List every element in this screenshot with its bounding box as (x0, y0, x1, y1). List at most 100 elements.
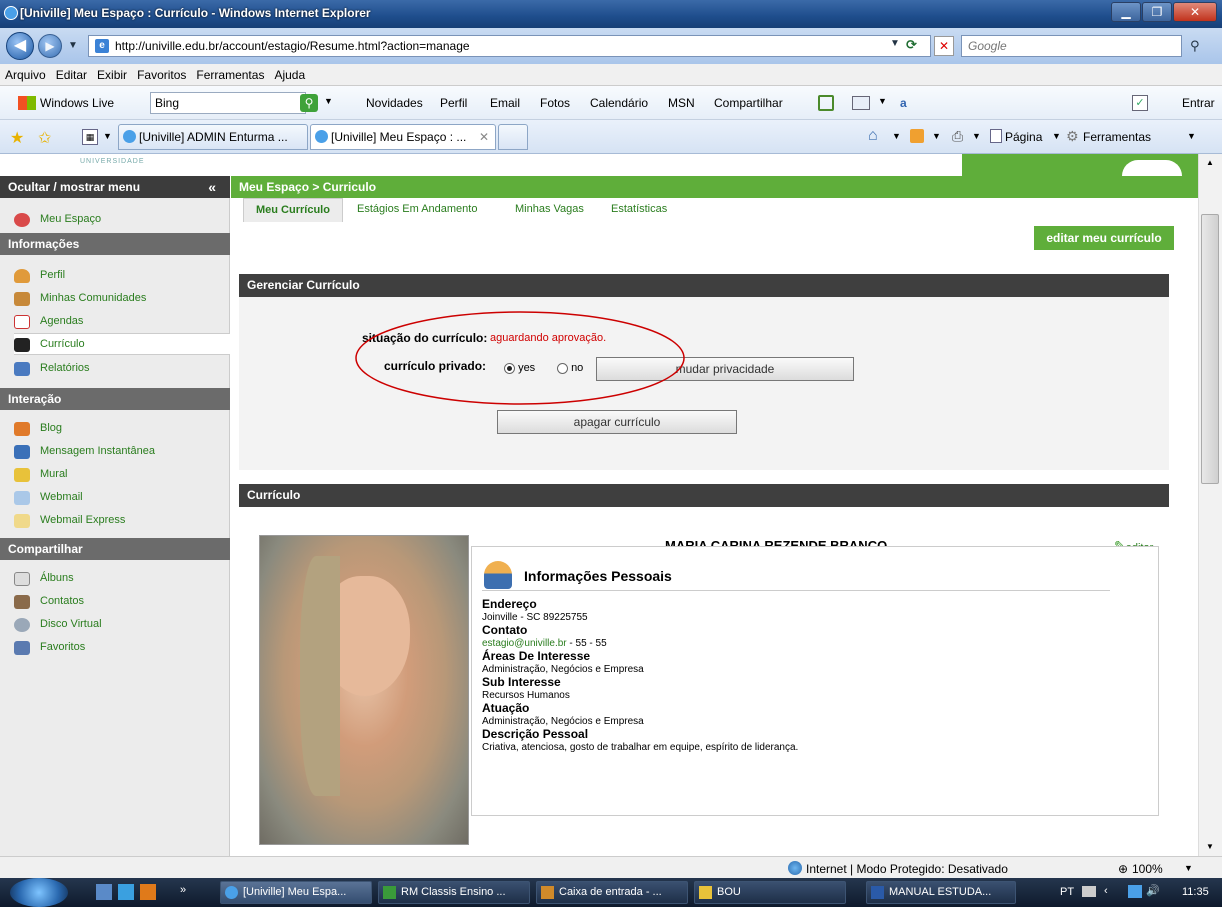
tray-expand-icon[interactable]: ‹ (1104, 885, 1108, 897)
network-icon[interactable] (1128, 885, 1142, 898)
feeds-dropdown-icon[interactable]: ▼ (932, 131, 941, 141)
collapse-icon[interactable]: « (208, 176, 216, 198)
sidebar-item-blog[interactable]: Blog (14, 418, 224, 440)
scrollbar-thumb[interactable] (1201, 214, 1219, 484)
sidebar-item-perfil[interactable]: Perfil (14, 265, 224, 287)
quicklaunch-more-icon[interactable]: » (180, 884, 186, 896)
window-icon[interactable] (852, 96, 870, 110)
sidebar-toggle[interactable]: Ocultar / mostrar menu « (0, 176, 230, 198)
forward-button[interactable]: ▶ (38, 34, 62, 58)
task-bou[interactable]: BOU (694, 881, 846, 904)
print-dropdown-icon[interactable]: ▼ (972, 131, 981, 141)
history-dropdown-icon[interactable]: ▼ (68, 40, 78, 51)
refresh-icon[interactable]: ⟳ (906, 37, 917, 53)
sidebar-item-disco-virtual[interactable]: Disco Virtual (14, 614, 224, 636)
sidebar-item-webmail[interactable]: Webmail (14, 487, 224, 509)
task-rm-classis[interactable]: RM Classis Ensino ... (378, 881, 530, 904)
menu-exibir[interactable]: Exibir (92, 64, 132, 86)
clock[interactable]: 11:35 (1182, 886, 1209, 898)
sidebar-item-minhas-comunidades[interactable]: Minhas Comunidades (14, 288, 224, 310)
url-input[interactable]: e http://univille.edu.br/account/estagio… (88, 35, 931, 57)
sidebar-item-contatos[interactable]: Contatos (14, 591, 224, 613)
home-icon[interactable]: ⌂ (868, 127, 878, 145)
live-link-perfil[interactable]: Perfil (440, 96, 467, 110)
keyboard-icon[interactable] (1082, 886, 1096, 897)
sidebar-item-agendas[interactable]: Agendas (14, 311, 224, 333)
sidebar-item-relatorios[interactable]: Relatórios (14, 358, 224, 380)
signin-checkbox-icon[interactable]: ✓ (1132, 95, 1148, 111)
live-link-msn[interactable]: MSN (668, 96, 695, 110)
task-inbox[interactable]: Caixa de entrada - ... (536, 881, 688, 904)
window-dropdown-icon[interactable]: ▼ (878, 96, 887, 106)
tab-minhas-vagas[interactable]: Minhas Vagas (515, 198, 584, 222)
media-player-icon[interactable] (140, 884, 156, 900)
tools-menu[interactable]: Ferramentas (1083, 130, 1151, 144)
task-manual[interactable]: MANUAL ESTUDA... (866, 881, 1016, 904)
bing-dropdown-icon[interactable]: ▼ (324, 96, 333, 106)
sidebar-item-webmail-express[interactable]: Webmail Express (14, 510, 224, 532)
url-dropdown-icon[interactable]: ▼ (890, 38, 900, 49)
scroll-down-icon[interactable]: ▼ (1206, 842, 1214, 851)
feeds-icon[interactable] (910, 129, 924, 143)
bing-search-input[interactable]: Bing (150, 92, 306, 114)
live-link-calendario[interactable]: Calendário (590, 96, 648, 110)
home-dropdown-icon[interactable]: ▼ (892, 131, 901, 141)
language-indicator[interactable]: PT (1060, 886, 1074, 898)
new-tab-button[interactable] (498, 124, 528, 150)
scroll-up-icon[interactable]: ▲ (1206, 158, 1214, 167)
delete-cv-button[interactable]: apagar currículo (497, 410, 737, 434)
translate-icon[interactable]: a (900, 96, 907, 110)
menu-ferramentas[interactable]: Ferramentas (191, 64, 269, 86)
tab-admin-enturma[interactable]: [Univille] ADMIN Enturma ... (118, 124, 308, 150)
sidebar-item-favoritos[interactable]: Favoritos (14, 637, 224, 659)
stop-icon[interactable]: ✕ (934, 36, 954, 56)
edit-cv-button[interactable]: editar meu currículo (1034, 226, 1174, 250)
favorites-star-icon[interactable]: ★ (10, 128, 24, 148)
start-button[interactable] (10, 878, 68, 907)
share-icon[interactable] (818, 95, 834, 111)
close-tab-icon[interactable]: ✕ (479, 125, 489, 149)
quick-tabs-icon[interactable]: ▦ (82, 129, 98, 145)
maximize-button[interactable]: ❐ (1142, 2, 1172, 22)
page-menu[interactable]: Página (1005, 130, 1042, 144)
minimize-button[interactable]: ▁ (1111, 2, 1141, 22)
tools-dropdown-icon[interactable]: ▼ (1187, 131, 1196, 141)
page-scrollbar[interactable]: ▲ ▼ (1198, 154, 1222, 856)
switch-windows-icon[interactable] (118, 884, 134, 900)
sidebar-item-meu-espaco[interactable]: Meu Espaço (14, 209, 224, 231)
volume-icon[interactable]: 🔊 (1146, 884, 1160, 897)
tab-estagios-em-andamento[interactable]: Estágios Em Andamento (357, 198, 477, 222)
add-favorite-icon[interactable]: ✩ (38, 128, 51, 148)
tab-estatisticas[interactable]: Estatísticas (611, 198, 667, 222)
task-univille[interactable]: [Univille] Meu Espa... (220, 881, 372, 904)
zoom-dropdown-icon[interactable]: ▼ (1184, 863, 1193, 873)
tab-list-dropdown-icon[interactable]: ▼ (103, 131, 112, 141)
sidebar-item-albuns[interactable]: Álbuns (14, 568, 224, 590)
tab-meu-espaco[interactable]: [Univille] Meu Espaço : ... ✕ (310, 124, 496, 150)
search-icon[interactable]: ⚲ (1190, 38, 1200, 54)
sidebar-item-mensagem-instantanea[interactable]: Mensagem Instantânea (14, 441, 224, 463)
sidebar-item-mural[interactable]: Mural (14, 464, 224, 486)
menu-editar[interactable]: Editar (51, 64, 92, 86)
sidebar-item-label: Mensagem Instantânea (40, 445, 155, 457)
search-input[interactable]: Google (961, 35, 1182, 57)
zoom-level[interactable]: 100% (1132, 862, 1163, 876)
live-link-compartilhar[interactable]: Compartilhar (714, 96, 783, 110)
menu-favoritos[interactable]: Favoritos (132, 64, 191, 86)
signin-link[interactable]: Entrar (1182, 96, 1215, 110)
sidebar-item-curriculo[interactable]: Currículo (14, 333, 230, 355)
live-link-novidades[interactable]: Novidades (366, 96, 423, 110)
live-link-fotos[interactable]: Fotos (540, 96, 570, 110)
tab-meu-curriculo[interactable]: Meu Currículo (243, 198, 343, 222)
back-button[interactable]: ◀ (6, 32, 34, 60)
show-desktop-icon[interactable] (96, 884, 112, 900)
menu-ajuda[interactable]: Ajuda (269, 64, 310, 86)
close-window-button[interactable]: ✕ (1173, 2, 1217, 22)
menu-arquivo[interactable]: Arquivo (0, 64, 51, 86)
print-icon[interactable]: ⎙ (952, 128, 963, 145)
page-dropdown-icon[interactable]: ▼ (1052, 131, 1061, 141)
contact-email-link[interactable]: estagio@univille.br (482, 638, 567, 649)
bing-search-button-icon[interactable]: ⚲ (300, 94, 318, 112)
live-link-email[interactable]: Email (490, 96, 520, 110)
windows-live-label[interactable]: Windows Live (40, 96, 114, 110)
